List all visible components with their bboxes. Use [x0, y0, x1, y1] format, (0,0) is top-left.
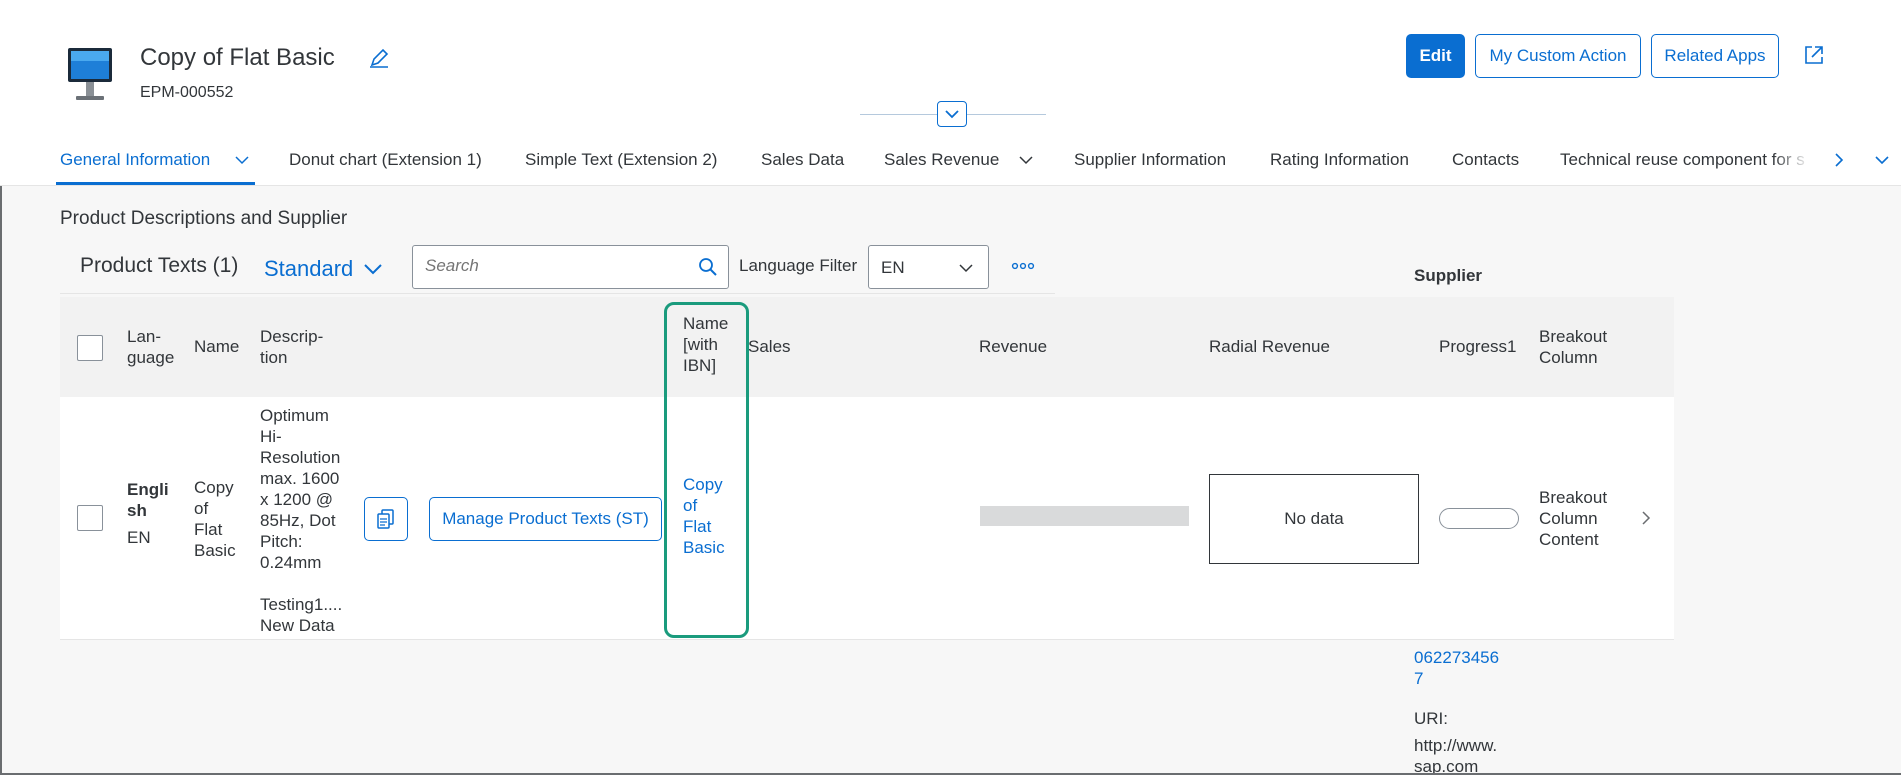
toolbar-divider — [60, 293, 1055, 294]
variant-management[interactable]: Standard — [264, 256, 383, 282]
manage-product-texts-button[interactable]: Manage Product Texts (ST) — [429, 497, 662, 541]
section-title: Product Descriptions and Supplier — [60, 208, 348, 229]
language-filter-select[interactable]: EN — [868, 245, 989, 289]
radial-revenue-chart: No data — [1209, 474, 1419, 564]
column-header-progress[interactable]: Progress1 — [1439, 336, 1516, 357]
chevron-down-icon[interactable] — [1874, 152, 1890, 168]
table-row[interactable]: Engli sh EN Copy of Flat Basic Optimum H… — [60, 397, 1674, 640]
table-header: Lan- guage Name Descrip- tion Name [with… — [60, 297, 1674, 397]
search-field[interactable] — [412, 245, 729, 289]
column-header-name[interactable]: Name — [194, 336, 239, 357]
chevron-down-icon[interactable] — [1018, 152, 1034, 168]
chevron-right-icon[interactable] — [1640, 508, 1652, 528]
row-checkbox[interactable] — [77, 505, 103, 531]
copy-icon — [377, 509, 394, 529]
search-icon[interactable] — [698, 257, 718, 277]
chevron-down-icon — [959, 264, 973, 273]
supplier-phone-link[interactable]: 062273456 7 — [1414, 647, 1499, 689]
variant-label: Standard — [264, 256, 354, 281]
no-data-label: No data — [1284, 509, 1344, 528]
select-all-checkbox[interactable] — [77, 335, 103, 361]
revenue-bar-placeholder — [980, 506, 1189, 526]
tab-rating-information[interactable]: Rating Information — [1270, 150, 1409, 170]
supplier-uri-label: URI: — [1414, 709, 1448, 728]
custom-action-button[interactable]: My Custom Action — [1475, 34, 1641, 78]
progress-indicator — [1439, 508, 1519, 529]
cell-name: Copy of Flat Basic — [194, 478, 236, 560]
tab-sales-revenue[interactable]: Sales Revenue — [884, 150, 999, 170]
table-title: Product Texts (1) — [80, 254, 239, 277]
column-header-breakout[interactable]: Breakout Column — [1539, 326, 1607, 368]
chevron-down-icon[interactable] — [234, 152, 250, 168]
tab-donut-chart[interactable]: Donut chart (Extension 1) — [289, 150, 482, 170]
copy-button[interactable] — [364, 497, 408, 541]
column-header-radial-revenue[interactable]: Radial Revenue — [1209, 336, 1330, 357]
tab-general-information[interactable]: General Information — [60, 150, 210, 170]
supplier-label: Supplier — [1414, 266, 1483, 285]
chevron-down-icon — [945, 110, 959, 119]
page-subtitle: EPM-000552 — [140, 84, 234, 101]
cell-breakout: Breakout Column Content — [1539, 488, 1608, 549]
section-tabs: General Information Donut chart (Extensi… — [0, 140, 1901, 186]
column-header-revenue[interactable]: Revenue — [979, 336, 1047, 357]
product-image-monitor-icon — [68, 48, 112, 100]
cell-description: Optimum Hi- Resolution max. 1600 x 1200 … — [260, 406, 343, 635]
column-header-description[interactable]: Descrip- tion — [260, 326, 323, 368]
chevron-right-icon[interactable] — [1831, 152, 1847, 168]
edit-button[interactable]: Edit — [1406, 34, 1465, 78]
tab-contacts[interactable]: Contacts — [1452, 150, 1519, 170]
column-highlight-frame — [664, 302, 749, 638]
collapse-header-button[interactable] — [937, 101, 967, 127]
search-input[interactable] — [425, 256, 685, 276]
window-edge — [0, 186, 2, 775]
overflow-menu-icon[interactable] — [1008, 256, 1038, 276]
share-icon[interactable] — [1802, 43, 1826, 67]
column-header-sales[interactable]: Sales — [748, 336, 791, 357]
cell-language: Engli sh EN — [127, 480, 169, 547]
tab-supplier-information[interactable]: Supplier Information — [1074, 150, 1226, 170]
column-header-language[interactable]: Lan- guage — [127, 326, 174, 368]
chevron-down-icon — [364, 264, 383, 275]
tab-sales-data[interactable]: Sales Data — [761, 150, 844, 170]
object-page-header: Copy of Flat Basic EPM-000552 Edit My Cu… — [0, 0, 1901, 186]
edit-title-icon[interactable] — [368, 47, 390, 69]
active-tab-indicator — [56, 182, 255, 185]
language-filter-label: Language Filter — [739, 256, 858, 275]
page-title: Copy of Flat Basic — [140, 44, 335, 71]
related-apps-button[interactable]: Related Apps — [1651, 34, 1779, 78]
tab-simple-text[interactable]: Simple Text (Extension 2) — [525, 150, 717, 170]
supplier-uri-value: http://www. sap.com — [1414, 736, 1498, 775]
tab-technical-reuse[interactable]: Technical reuse component for s — [1560, 150, 1810, 170]
language-filter-value: EN — [881, 258, 905, 277]
